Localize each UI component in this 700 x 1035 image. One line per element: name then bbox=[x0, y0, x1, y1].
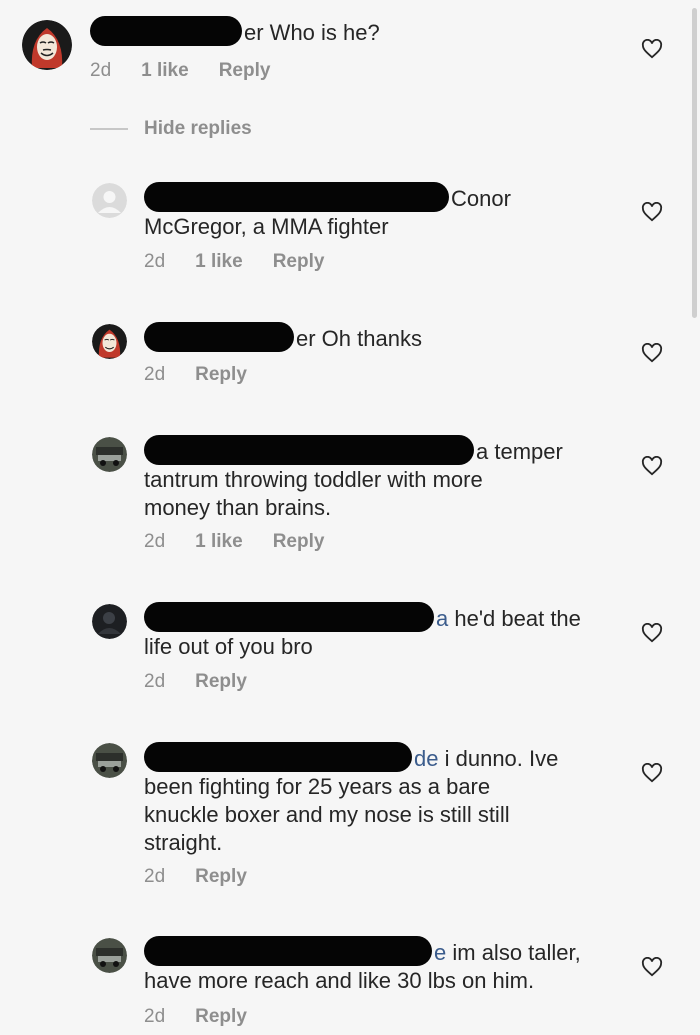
comment-text: Conor McGregor, a MMA fighter bbox=[144, 182, 614, 241]
comment-text: de i dunno. Ive been fighting for 25 yea… bbox=[144, 742, 614, 857]
likes-count[interactable]: 1 like bbox=[195, 251, 243, 273]
timestamp: 2d bbox=[144, 1006, 166, 1027]
timestamp: 2d bbox=[144, 671, 166, 692]
reply-button[interactable]: Reply bbox=[195, 866, 247, 888]
redacted-username bbox=[144, 322, 294, 352]
heart-icon[interactable] bbox=[641, 39, 663, 59]
redacted-username bbox=[144, 182, 449, 212]
car-avatar[interactable] bbox=[92, 938, 127, 973]
car-avatar[interactable] bbox=[92, 437, 127, 472]
comment-meta: 2d Reply bbox=[144, 1006, 277, 1028]
timestamp: 2d bbox=[144, 364, 166, 385]
mention-tail[interactable]: e bbox=[434, 940, 446, 965]
reply-button[interactable]: Reply bbox=[195, 671, 247, 693]
scrollbar[interactable] bbox=[692, 8, 697, 318]
heart-icon[interactable] bbox=[641, 343, 663, 363]
comment-meta: 2d Reply bbox=[144, 671, 277, 693]
comment-line: life out of you bro bbox=[144, 634, 313, 659]
comment-text: er Oh thanks bbox=[144, 322, 614, 353]
heart-icon[interactable] bbox=[641, 623, 663, 643]
comment-meta: 2d 1 like Reply bbox=[144, 251, 354, 273]
comment-line: er Who is he? bbox=[244, 20, 380, 45]
reply-button[interactable]: Reply bbox=[195, 1006, 247, 1028]
comment-line: McGregor, a MMA fighter bbox=[144, 214, 389, 239]
comment-line: he'd beat the bbox=[454, 606, 581, 631]
comment-text: a temper tantrum throwing toddler with m… bbox=[144, 435, 614, 522]
hide-replies-button[interactable]: Hide replies bbox=[90, 118, 252, 140]
comment-line: i dunno. Ive bbox=[444, 746, 559, 771]
mask-avatar[interactable] bbox=[22, 20, 72, 70]
redacted-username bbox=[144, 602, 434, 632]
heart-icon[interactable] bbox=[641, 957, 663, 977]
default-avatar[interactable] bbox=[92, 183, 127, 218]
heart-icon[interactable] bbox=[641, 202, 663, 222]
dark-avatar[interactable] bbox=[92, 604, 127, 639]
heart-icon[interactable] bbox=[641, 763, 663, 783]
comment-line: Conor bbox=[451, 186, 511, 211]
comment-line: a temper bbox=[476, 439, 563, 464]
comment-line: money than brains. bbox=[144, 495, 332, 520]
comment-line: have more reach and like 30 lbs on him. bbox=[144, 968, 535, 993]
comment-meta: 2d 1 like Reply bbox=[144, 531, 354, 553]
comment-text: e im also taller, have more reach and li… bbox=[144, 936, 614, 995]
comment-text: er Who is he? bbox=[90, 16, 560, 47]
car-avatar[interactable] bbox=[92, 743, 127, 778]
timestamp: 2d bbox=[144, 251, 166, 272]
comment-line: knuckle boxer and my nose is still still bbox=[144, 802, 510, 827]
reply-button[interactable]: Reply bbox=[273, 531, 325, 553]
likes-count[interactable]: 1 like bbox=[195, 531, 243, 553]
hide-replies-label: Hide replies bbox=[144, 118, 252, 139]
mention-tail[interactable]: a bbox=[436, 606, 448, 631]
redacted-username bbox=[144, 742, 412, 772]
divider bbox=[90, 128, 128, 130]
comment-meta: 2d Reply bbox=[144, 866, 277, 888]
comment-line: tantrum throwing toddler with more bbox=[144, 467, 483, 492]
comment-line: straight. bbox=[144, 830, 223, 855]
redacted-username bbox=[144, 435, 474, 465]
timestamp: 2d bbox=[90, 60, 112, 81]
likes-count[interactable]: 1 like bbox=[141, 60, 189, 82]
comment-line: er Oh thanks bbox=[296, 326, 422, 351]
comment-meta: 2d 1 like Reply bbox=[90, 60, 300, 82]
redacted-username bbox=[144, 936, 432, 966]
timestamp: 2d bbox=[144, 866, 166, 887]
comment-text: a he'd beat the life out of you bro bbox=[144, 602, 614, 661]
heart-icon[interactable] bbox=[641, 456, 663, 476]
reply-button[interactable]: Reply bbox=[273, 251, 325, 273]
reply-button[interactable]: Reply bbox=[219, 60, 271, 82]
reply-button[interactable]: Reply bbox=[195, 364, 247, 386]
comment-line: im also taller, bbox=[452, 940, 581, 965]
comment-line: been fighting for 25 years as a bare bbox=[144, 774, 491, 799]
redacted-username bbox=[90, 16, 242, 46]
timestamp: 2d bbox=[144, 531, 166, 552]
mask-avatar[interactable] bbox=[92, 324, 127, 359]
comment-meta: 2d Reply bbox=[144, 364, 277, 386]
mention-tail[interactable]: de bbox=[414, 746, 438, 771]
